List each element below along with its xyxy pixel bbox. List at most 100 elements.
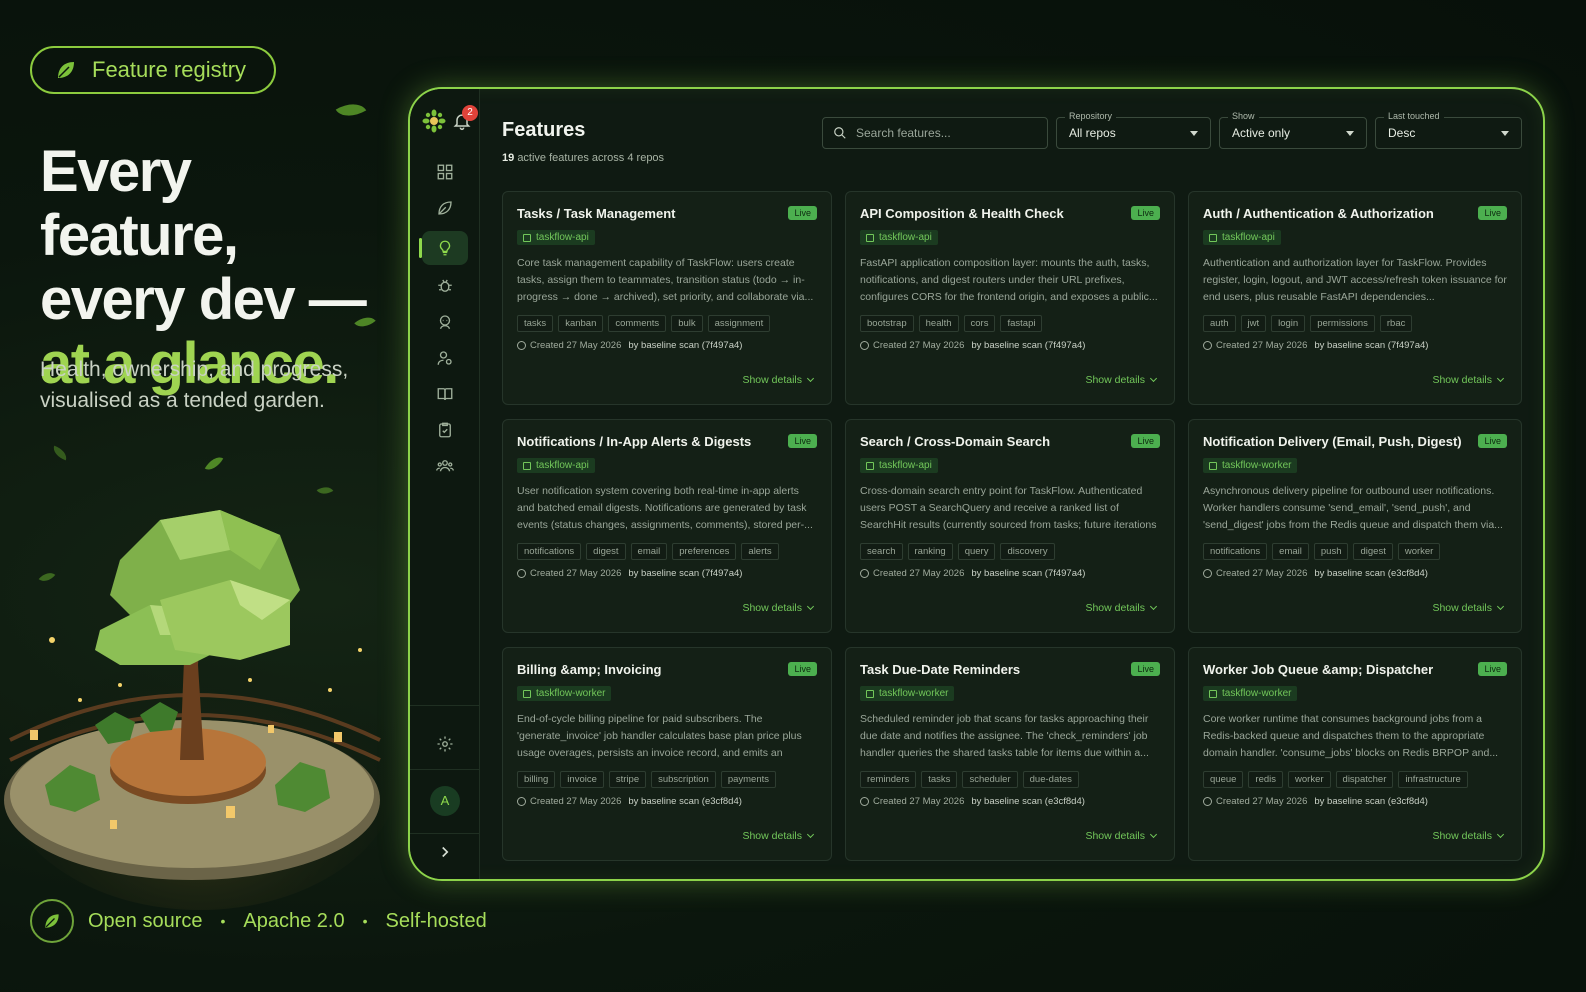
search-input[interactable]	[856, 126, 1036, 140]
leaf-badge	[30, 899, 74, 943]
tag[interactable]: payments	[720, 770, 776, 788]
feature-card[interactable]: Worker Job Queue &amp; Dispatcher Live t…	[1188, 647, 1522, 861]
tag[interactable]: digest	[586, 542, 626, 560]
pill-label: Feature registry	[92, 57, 247, 82]
tag[interactable]: alerts	[741, 542, 779, 560]
tag[interactable]: dispatcher	[1335, 770, 1394, 788]
feature-card[interactable]: API Composition & Health Check Live task…	[845, 191, 1175, 405]
tag[interactable]: scheduler	[962, 770, 1018, 788]
nav-settings[interactable]	[422, 727, 468, 761]
nav-agents[interactable]	[422, 305, 468, 339]
tag[interactable]: rbac	[1379, 314, 1413, 332]
repository-select[interactable]: Repository All repos	[1056, 111, 1211, 149]
created-by: by baseline scan (e3cf8d4)	[1314, 795, 1428, 807]
repo-chip[interactable]: taskflow-api	[1203, 230, 1281, 245]
tag[interactable]: jwt	[1240, 314, 1267, 332]
show-details-button[interactable]: Show details	[1085, 374, 1158, 386]
show-details-button[interactable]: Show details	[742, 602, 815, 614]
nav-docs[interactable]	[422, 377, 468, 411]
app-logo-icon[interactable]	[422, 109, 446, 133]
show-details-button[interactable]: Show details	[1085, 830, 1158, 842]
tag[interactable]: permissions	[1310, 314, 1375, 332]
tag[interactable]: worker	[1288, 770, 1331, 788]
tag[interactable]: tasks	[921, 770, 958, 788]
show-details-button[interactable]: Show details	[1432, 830, 1505, 842]
avatar[interactable]: A	[430, 786, 460, 816]
tag-list: bootstrap health cors fastapi	[860, 314, 1160, 332]
feature-card[interactable]: Search / Cross-Domain Search Live taskfl…	[845, 419, 1175, 633]
repo-name: taskflow-worker	[879, 688, 949, 699]
tag[interactable]: push	[1313, 542, 1349, 560]
feature-card[interactable]: Task Due-Date Reminders Live taskflow-wo…	[845, 647, 1175, 861]
repo-chip[interactable]: taskflow-worker	[1203, 686, 1298, 701]
tag[interactable]: assignment	[707, 314, 771, 332]
tag[interactable]: query	[957, 542, 996, 560]
tag[interactable]: kanban	[558, 314, 604, 332]
tag[interactable]: subscription	[651, 770, 716, 788]
tag[interactable]: bulk	[671, 314, 703, 332]
nav-owners[interactable]	[422, 341, 468, 375]
tag[interactable]: stripe	[608, 770, 647, 788]
nav-bugs[interactable]	[422, 269, 468, 303]
nav-dashboard[interactable]	[422, 155, 468, 189]
tag[interactable]: worker	[1397, 542, 1441, 560]
tag[interactable]: auth	[1203, 314, 1236, 332]
feature-card[interactable]: Tasks / Task Management Live taskflow-ap…	[502, 191, 832, 405]
tag[interactable]: due-dates	[1022, 770, 1079, 788]
tag[interactable]: bootstrap	[860, 314, 914, 332]
feature-card[interactable]: Notifications / In-App Alerts & Digests …	[502, 419, 832, 633]
repo-chip[interactable]: taskflow-api	[860, 230, 938, 245]
tag[interactable]: digest	[1353, 542, 1393, 560]
show-details-button[interactable]: Show details	[1085, 602, 1158, 614]
tag[interactable]: login	[1271, 314, 1306, 332]
created-date: Created 27 May 2026	[530, 795, 622, 807]
tag[interactable]: discovery	[1000, 542, 1055, 560]
tag[interactable]: search	[860, 542, 903, 560]
tag[interactable]: notifications	[517, 542, 582, 560]
tag[interactable]: invoice	[560, 770, 604, 788]
search-box[interactable]	[822, 117, 1048, 149]
repo-chip[interactable]: taskflow-worker	[860, 686, 955, 701]
tag[interactable]: redis	[1248, 770, 1284, 788]
tag[interactable]: preferences	[672, 542, 737, 560]
tag[interactable]: notifications	[1203, 542, 1268, 560]
tag[interactable]: infrastructure	[1398, 770, 1468, 788]
tag[interactable]: tasks	[517, 314, 554, 332]
tag[interactable]: queue	[1203, 770, 1244, 788]
expand-sidebar-button[interactable]	[422, 835, 468, 869]
clock-icon	[517, 340, 526, 350]
feature-card[interactable]: Auth / Authentication & Authorization Li…	[1188, 191, 1522, 405]
show-details-button[interactable]: Show details	[1432, 602, 1505, 614]
feature-card[interactable]: Notification Delivery (Email, Push, Dige…	[1188, 419, 1522, 633]
show-details-button[interactable]: Show details	[742, 374, 815, 386]
tag[interactable]: email	[1272, 542, 1309, 560]
repo-icon	[1209, 689, 1217, 698]
tag[interactable]: ranking	[907, 542, 953, 560]
nav-features[interactable]	[419, 231, 468, 265]
nav-tasks[interactable]	[422, 413, 468, 447]
tag[interactable]: email	[630, 542, 668, 560]
show-details-button[interactable]: Show details	[742, 830, 815, 842]
tag[interactable]: comments	[608, 314, 667, 332]
tag[interactable]: cors	[963, 314, 996, 332]
repo-chip[interactable]: taskflow-api	[517, 230, 595, 245]
tag[interactable]: health	[918, 314, 959, 332]
last-touched-select[interactable]: Last touched Desc	[1375, 111, 1522, 149]
repo-chip[interactable]: taskflow-api	[860, 458, 938, 473]
nav-garden[interactable]	[422, 191, 468, 225]
show-select[interactable]: Show Active only	[1219, 111, 1367, 149]
nav-team[interactable]	[422, 449, 468, 483]
tag[interactable]: reminders	[860, 770, 917, 788]
repo-chip[interactable]: taskflow-worker	[517, 686, 612, 701]
tag[interactable]: fastapi	[1000, 314, 1043, 332]
repo-chip[interactable]: taskflow-api	[517, 458, 595, 473]
card-title: Auth / Authentication & Authorization	[1203, 206, 1434, 221]
show-details-button[interactable]: Show details	[1432, 374, 1505, 386]
clock-icon	[860, 568, 869, 578]
repo-name: taskflow-api	[1222, 232, 1275, 243]
feature-card[interactable]: Billing &amp; Invoicing Live taskflow-wo…	[502, 647, 832, 861]
tag[interactable]: billing	[517, 770, 556, 788]
card-meta: Created 27 May 2026 by baseline scan (7f4…	[1203, 340, 1507, 351]
created-date: Created 27 May 2026	[530, 339, 622, 351]
repo-chip[interactable]: taskflow-worker	[1203, 458, 1298, 473]
